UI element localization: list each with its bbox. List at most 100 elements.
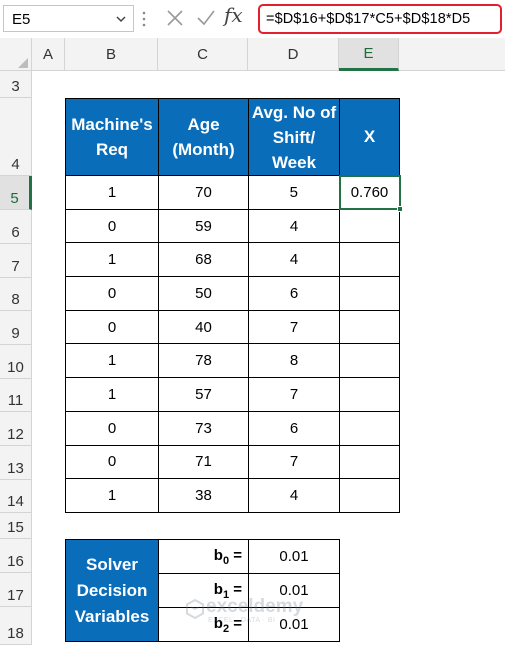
row-header-16[interactable]: 16 bbox=[0, 539, 32, 573]
solver-variables-table: Solver Decision Variables b0 = 0.01 b1 =… bbox=[65, 539, 340, 642]
cell-e11[interactable] bbox=[339, 377, 400, 412]
cell-e12[interactable] bbox=[339, 410, 400, 446]
cancel-icon[interactable] bbox=[166, 9, 184, 27]
cell-b12[interactable]: 0 bbox=[65, 410, 159, 446]
row-header-7[interactable]: 7 bbox=[0, 244, 32, 278]
cell-d7[interactable]: 4 bbox=[248, 242, 340, 278]
row-header-18[interactable]: 18 bbox=[0, 607, 32, 645]
cell-e9[interactable] bbox=[339, 309, 400, 345]
cell-d14[interactable]: 4 bbox=[248, 478, 340, 513]
coef-symbol: b bbox=[213, 580, 223, 598]
cell-d13[interactable]: 7 bbox=[248, 444, 340, 480]
cell-e5-active[interactable]: 0.760 bbox=[338, 174, 403, 213]
cell-e7[interactable] bbox=[339, 242, 400, 278]
row-header-3[interactable]: 3 bbox=[0, 71, 32, 98]
row-header-12[interactable]: 12 bbox=[0, 412, 32, 446]
cell-d8[interactable]: 6 bbox=[248, 276, 340, 311]
cell-b14[interactable]: 1 bbox=[65, 478, 159, 513]
column-header-c[interactable]: C bbox=[158, 38, 248, 71]
insert-function-icon[interactable]: fx bbox=[224, 3, 243, 27]
cell-c5[interactable]: 70 bbox=[158, 175, 249, 210]
column-header-d[interactable]: D bbox=[248, 38, 339, 71]
coef-value-b1[interactable]: 0.01 bbox=[248, 573, 340, 608]
column-header-e[interactable]: E bbox=[339, 38, 399, 71]
drag-handle-icon[interactable] bbox=[141, 9, 147, 29]
cell-e8[interactable] bbox=[339, 276, 400, 311]
cell-c10[interactable]: 78 bbox=[158, 343, 249, 379]
cell-b13[interactable]: 0 bbox=[65, 444, 159, 480]
cell-c8[interactable]: 50 bbox=[158, 276, 249, 311]
row-header-14[interactable]: 14 bbox=[0, 480, 32, 513]
cell-d9[interactable]: 7 bbox=[248, 309, 340, 345]
cell-c11[interactable]: 57 bbox=[158, 377, 249, 412]
chevron-down-icon[interactable] bbox=[115, 13, 127, 25]
column-header-a[interactable]: A bbox=[32, 38, 65, 71]
table-row: 0 71 7 bbox=[65, 444, 400, 480]
cell-b10[interactable]: 1 bbox=[65, 343, 159, 379]
cell-c9[interactable]: 40 bbox=[158, 309, 249, 345]
machine-data-table: Machine's Req Age (Month) Avg. No of Shi… bbox=[65, 98, 403, 513]
select-all-triangle-icon bbox=[18, 58, 28, 68]
cell-e6[interactable] bbox=[339, 208, 400, 244]
coef-symbol: b bbox=[213, 546, 223, 564]
cell-d10[interactable]: 8 bbox=[248, 343, 340, 379]
cell-e13[interactable] bbox=[339, 444, 400, 480]
row-header-5[interactable]: 5 bbox=[0, 176, 32, 210]
row-header-13[interactable]: 13 bbox=[0, 446, 32, 480]
cell-c13[interactable]: 71 bbox=[158, 444, 249, 480]
row-header-6[interactable]: 6 bbox=[0, 210, 32, 244]
cell-c7[interactable]: 68 bbox=[158, 242, 249, 278]
row-header-15[interactable]: 15 bbox=[0, 513, 32, 539]
cell-b8[interactable]: 0 bbox=[65, 276, 159, 311]
name-box-value: E5 bbox=[12, 11, 31, 28]
header-age-month[interactable]: Age (Month) bbox=[158, 98, 249, 176]
cell-d5[interactable]: 5 bbox=[248, 175, 340, 210]
table-row: 1 38 4 bbox=[65, 478, 400, 513]
coef-value-b0[interactable]: 0.01 bbox=[248, 539, 340, 574]
cell-b6[interactable]: 0 bbox=[65, 208, 159, 244]
select-all-button[interactable] bbox=[0, 38, 32, 71]
cell-c6[interactable]: 59 bbox=[158, 208, 249, 244]
table-row: 0 73 6 bbox=[65, 410, 400, 446]
cell-d6[interactable]: 4 bbox=[248, 208, 340, 244]
coef-equals: = bbox=[229, 580, 242, 598]
fill-handle[interactable] bbox=[396, 206, 403, 213]
cell-e10[interactable] bbox=[339, 343, 400, 379]
column-header-b[interactable]: B bbox=[65, 38, 158, 71]
cell-d12[interactable]: 6 bbox=[248, 410, 340, 446]
coef-equals: = bbox=[229, 614, 242, 632]
row-header-11[interactable]: 11 bbox=[0, 379, 32, 412]
formula-input[interactable]: =$D$16+$D$17*C5+$D$18*D5 bbox=[258, 4, 502, 34]
table-row: 0 50 6 bbox=[65, 276, 400, 311]
coef-value-b2[interactable]: 0.01 bbox=[248, 607, 340, 642]
row-header-17[interactable]: 17 bbox=[0, 573, 32, 607]
coef-label-b0[interactable]: b0 = bbox=[158, 539, 249, 574]
table-row: 0 40 7 bbox=[65, 309, 400, 345]
formula-text: =$D$16+$D$17*C5+$D$18*D5 bbox=[266, 11, 471, 27]
coef-label-b1[interactable]: b1 = bbox=[158, 573, 249, 608]
cell-b9[interactable]: 0 bbox=[65, 309, 159, 345]
name-box[interactable]: E5 bbox=[3, 5, 134, 32]
cell-b11[interactable]: 1 bbox=[65, 377, 159, 412]
formula-bar: E5 fx =$D$16+$D$17*C5+$D$18*D5 bbox=[0, 0, 505, 38]
table-row: 1 70 5 0.760 bbox=[65, 174, 403, 213]
cell-c14[interactable]: 38 bbox=[158, 478, 249, 513]
enter-check-icon[interactable] bbox=[196, 9, 216, 27]
cell-e14[interactable] bbox=[339, 478, 400, 513]
row-header-8[interactable]: 8 bbox=[0, 278, 32, 311]
row-header-9[interactable]: 9 bbox=[0, 311, 32, 345]
solver-row: Solver Decision Variables b0 = 0.01 bbox=[65, 539, 340, 642]
coef-symbol: b bbox=[213, 614, 223, 632]
cell-c12[interactable]: 73 bbox=[158, 410, 249, 446]
cell-b7[interactable]: 1 bbox=[65, 242, 159, 278]
coef-label-b2[interactable]: b2 = bbox=[158, 607, 249, 642]
row-header-10[interactable]: 10 bbox=[0, 345, 32, 379]
row-header-4[interactable]: 4 bbox=[0, 98, 32, 176]
header-avg-shift-week[interactable]: Avg. No of Shift/ Week bbox=[248, 98, 340, 176]
coef-equals: = bbox=[229, 546, 242, 564]
cell-d11[interactable]: 7 bbox=[248, 377, 340, 412]
header-machines-req[interactable]: Machine's Req bbox=[65, 98, 159, 176]
header-x[interactable]: X bbox=[339, 98, 400, 176]
solver-label[interactable]: Solver Decision Variables bbox=[65, 539, 159, 642]
cell-b5[interactable]: 1 bbox=[65, 175, 159, 210]
